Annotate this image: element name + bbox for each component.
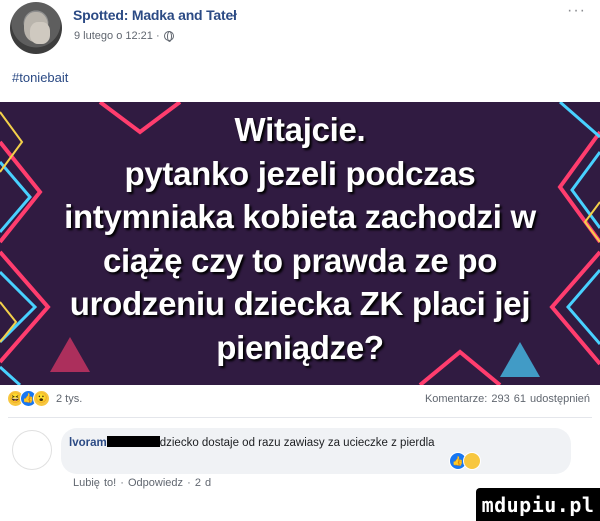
meme-line: urodzeniu dziecka ZK placi jej <box>69 285 531 322</box>
reaction-count: 2 tys. <box>56 392 83 405</box>
more-icon[interactable]: ··· <box>567 2 586 20</box>
commenter-name[interactable]: lvoram <box>69 437 107 449</box>
post-timestamp[interactable]: 9 lutego o 12:21 · <box>74 30 174 42</box>
comments-shares-count[interactable]: Komentarze: 293 61 udostępnień <box>425 393 590 405</box>
wow-icon: 😮 <box>33 390 50 407</box>
post-stats: 😆 👍 😮 2 tys. Komentarze: 293 61 udostępn… <box>0 388 600 410</box>
comment-actions: Lubię to! · Odpowiedz · 2 d <box>73 477 212 489</box>
page-avatar[interactable] <box>10 2 62 54</box>
meme-image[interactable]: Witajcie. pytanko jezeli podczas intymni… <box>0 102 600 385</box>
reactions-summary[interactable]: 😆 👍 😮 2 tys. <box>7 390 82 407</box>
watermark-logo: mdupiu.pl <box>476 488 600 521</box>
comment-reactions[interactable]: 👍 <box>449 452 481 470</box>
meme-caption: Witajcie. pytanko jezeli podczas intymni… <box>30 108 570 369</box>
divider <box>8 417 592 418</box>
globe-icon <box>163 31 174 42</box>
meme-line: pytanko jezeli podczas <box>124 154 476 192</box>
meme-line: ciążę czy to prawda ze po <box>102 241 498 279</box>
comment-bubble: lvoram dziecko dostaje od razu zawiasy za… <box>61 428 571 474</box>
hashtag-link[interactable]: #toniebait <box>12 70 68 85</box>
haha-icon <box>463 452 481 470</box>
post-author[interactable]: Spotted: Madka and Tateł <box>73 7 237 23</box>
meme-line: intymniaka kobieta zachodzi w <box>64 198 536 235</box>
like-comment-button[interactable]: Lubię to! <box>73 477 116 489</box>
timestamp-text: 9 lutego o 12:21 · <box>74 30 160 42</box>
comment-text: dziecko dostaje od razu zawiasy za uciec… <box>159 437 435 449</box>
meme-line: Witajcie. <box>234 111 366 148</box>
redaction-bar <box>106 436 160 447</box>
post-header: Spotted: Madka and Tateł 9 lutego o 12:2… <box>0 0 600 56</box>
commenter-avatar[interactable] <box>12 430 52 470</box>
comment-age: 2 d <box>194 477 212 489</box>
avatar-hand <box>30 22 50 44</box>
reply-button[interactable]: Odpowiedz <box>128 477 183 489</box>
meme-line: pieniądze? <box>216 328 384 366</box>
